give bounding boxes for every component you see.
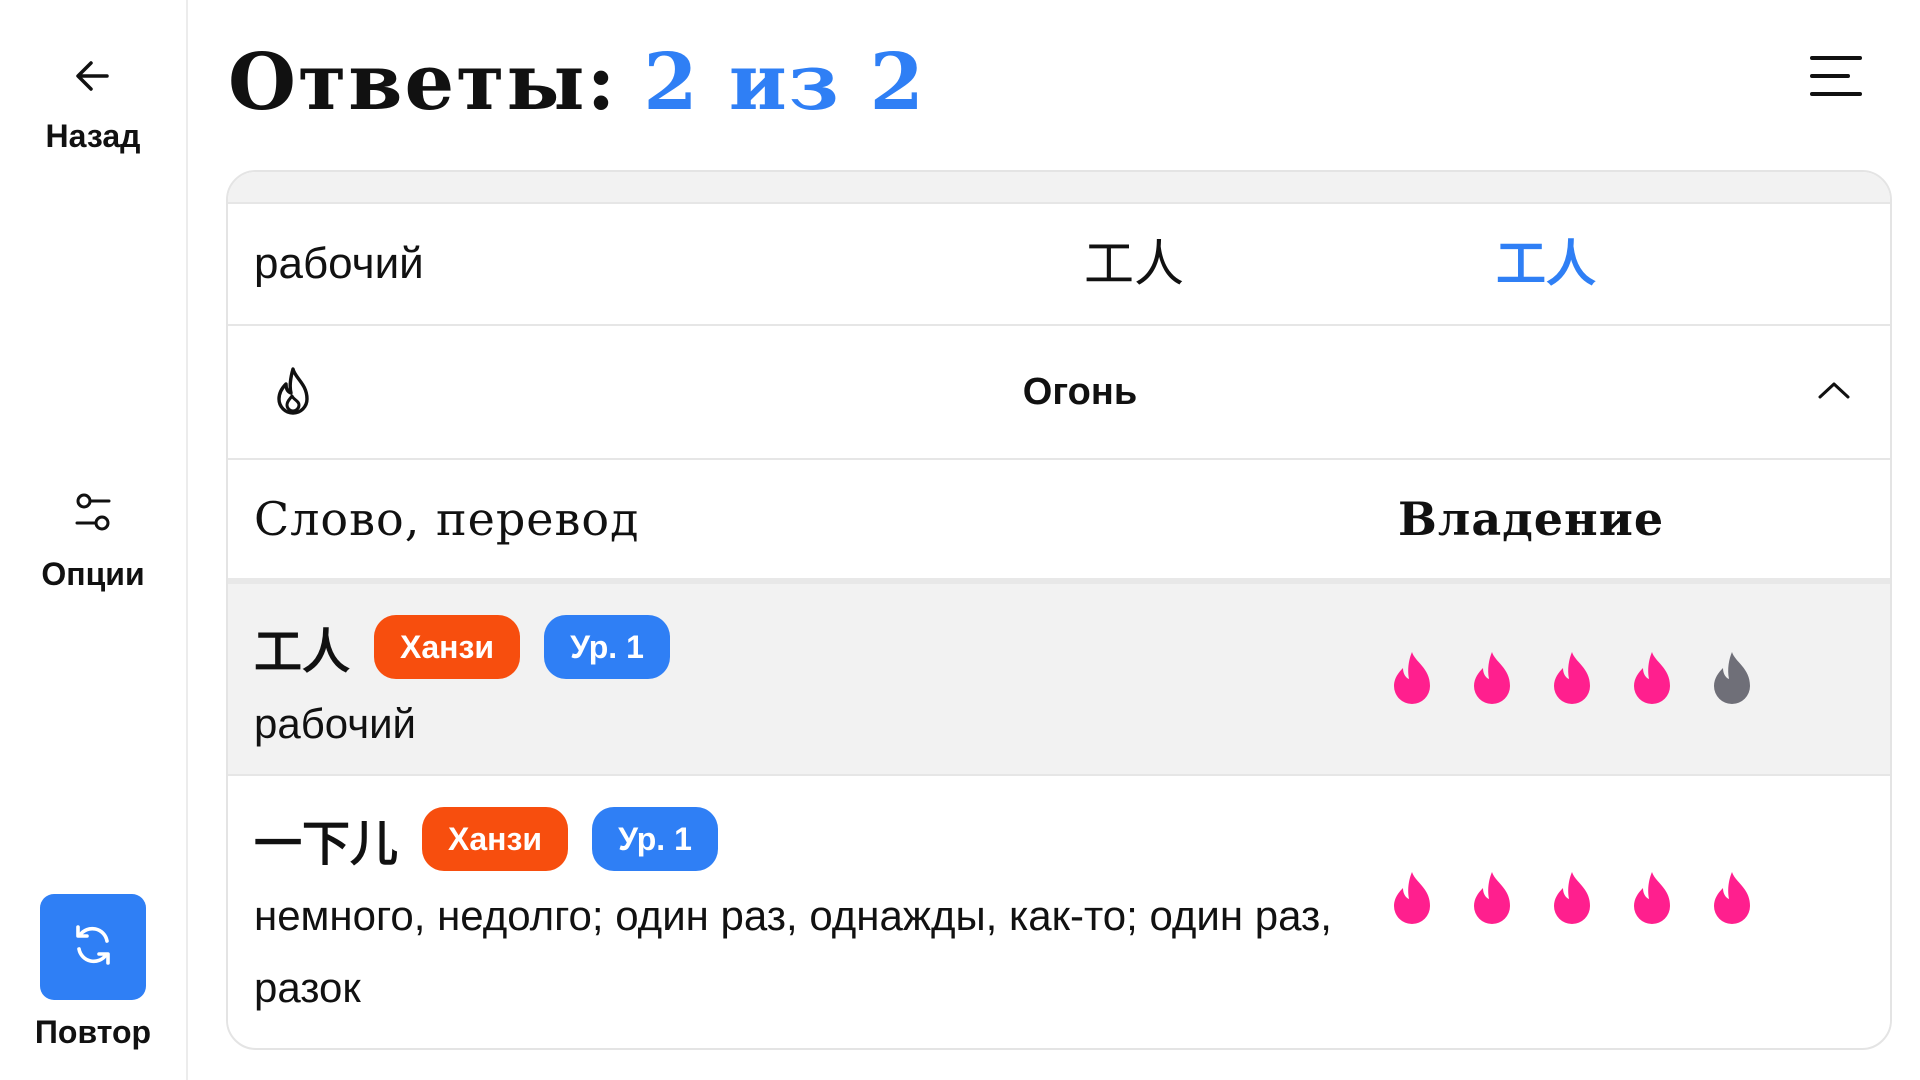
type-badge: Ханзи [422,807,569,871]
column-word-header: Слово, перевод [254,492,640,546]
arrow-left-icon [73,56,113,100]
flame-empty-icon [1710,650,1754,712]
retry-label: Повтор [34,1014,152,1050]
page-title: Ответы: 2 из 2 [228,28,926,138]
accordion-title: Огонь [1022,371,1138,413]
sliders-icon [73,492,113,538]
flame-filled-icon [1550,650,1594,712]
mastery-flames [1390,650,1754,712]
answer-given: 工人 [1496,235,1596,293]
results-card: рабочий 工人 工人 Огонь Слово, перевод Владе… [226,170,1892,1050]
flame-filled-icon [1630,870,1674,932]
flame-filled-icon [1390,650,1434,712]
hamburger-menu-icon [1808,56,1864,104]
level-badge: Ур. 1 [544,615,670,679]
retry-button[interactable]: Повтор [0,894,186,1051]
flame-filled-icon [1630,650,1674,712]
table-row[interactable]: 工人 Ханзи Ур. 1 рабочий [228,584,1890,776]
answer-row: рабочий 工人 工人 [228,204,1890,326]
title-text: Ответы: [228,37,618,128]
refresh-icon [69,921,117,973]
back-button[interactable]: Назад [0,56,186,155]
flame-filled-icon [1470,650,1514,712]
answer-expected: 工人 [1084,235,1184,293]
flame-filled-icon [1710,870,1754,932]
sidebar: Назад Опции Повтор [0,0,188,1080]
flame-filled-icon [1550,870,1594,932]
flame-filled-icon [1470,870,1514,932]
type-badge: Ханзи [374,615,521,679]
back-label: Назад [45,118,141,154]
flame-filled-icon [1390,870,1434,932]
options-label: Опции [41,556,145,592]
fire-accordion-header[interactable]: Огонь [228,326,1890,460]
level-badge: Ур. 1 [592,807,718,871]
word-line: 工人 Ханзи Ур. 1 [254,612,694,682]
mastery-flames [1390,870,1754,932]
translation-text: немного, недолго; один раз, однажды, как… [254,892,1332,1011]
word-line: 一下儿 Ханзи Ур. 1 [254,804,742,874]
retry-icon-box[interactable] [40,894,146,1000]
translation-text: рабочий [254,700,417,747]
table-header: Слово, перевод Владение [228,460,1890,584]
progress-text: 2 из 2 [643,37,926,128]
menu-button[interactable] [1808,52,1864,100]
hanzi-text: 一下儿 [254,816,399,872]
card-top-strip [228,172,1890,204]
hanzi-text: 工人 [254,624,351,680]
answer-prompt: рабочий [254,239,424,288]
column-mastery-header: Владение [1398,492,1665,546]
table-row[interactable]: 一下儿 Ханзи Ур. 1 немного, недолго; один р… [228,776,1890,1032]
options-button[interactable]: Опции [0,492,186,593]
chevron-up-icon[interactable] [1816,378,1852,406]
